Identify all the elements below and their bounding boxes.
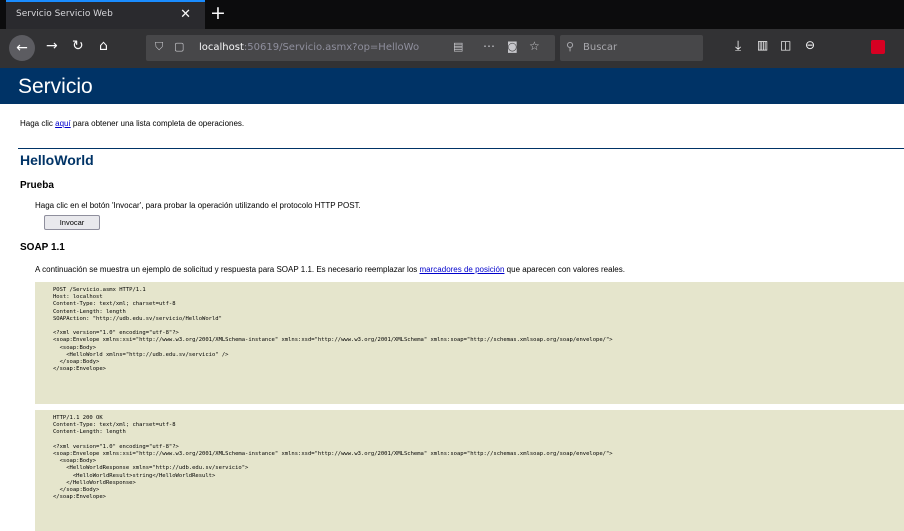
url-text[interactable]: localhost:50619/Servicio.asmx?op=HelloWo (199, 42, 419, 53)
sidebar-icon[interactable]: ◫ (780, 38, 791, 52)
test-heading: Prueba (20, 180, 54, 191)
url-path: :50619/Servicio.asmx?op=HelloWo (243, 42, 420, 53)
url-host: localhost (199, 42, 244, 53)
operation-title: HelloWorld (20, 152, 94, 168)
download-icon[interactable]: ⤓ (735, 38, 741, 54)
soap-before: A continuación se muestra un ejemplo de … (35, 265, 420, 274)
url-bar[interactable]: ⛉ ▢ localhost:50619/Servicio.asmx?op=Hel… (146, 35, 555, 61)
invoke-button[interactable]: Invocar (44, 215, 100, 230)
tab-title: Servicio Servicio Web (16, 9, 113, 19)
addon-icon[interactable] (871, 40, 885, 54)
navigation-bar: ← → ↻ ⌂ ⛉ ▢ localhost:50619/Servicio.asm… (0, 29, 904, 68)
intro-before: Haga clic (20, 119, 56, 128)
reader-icon[interactable]: ▤ (453, 40, 463, 53)
intro-text: Haga clic aquí para obtener una lista co… (20, 119, 244, 128)
page-title: Servicio (18, 75, 93, 98)
page-header: Servicio (0, 68, 904, 104)
test-text: Haga clic en el botón 'Invocar', para pr… (35, 201, 361, 210)
placeholders-link[interactable]: marcadores de posición (420, 265, 505, 274)
tab-strip: Servicio Servicio Web ✕ + (0, 0, 904, 29)
star-icon[interactable]: ☆ (529, 39, 540, 53)
pocket-icon[interactable]: ◙ (507, 40, 518, 53)
more-icon[interactable]: ⋯ (483, 39, 495, 53)
intro-after: para obtener una lista completa de opera… (70, 119, 245, 128)
reload-icon[interactable]: ↻ (72, 38, 84, 54)
close-icon[interactable]: ✕ (180, 7, 191, 22)
soap-heading: SOAP 1.1 (20, 242, 65, 253)
search-input[interactable]: ⚲ Buscar (560, 35, 703, 61)
forward-icon[interactable]: → (46, 38, 58, 54)
library-icon[interactable]: ▥ (757, 38, 768, 52)
search-placeholder: Buscar (583, 42, 618, 53)
soap-text: A continuación se muestra un ejemplo de … (35, 265, 625, 274)
home-icon[interactable]: ⌂ (99, 38, 108, 54)
soap-after: que aparecen con valores reales. (504, 265, 625, 274)
divider (18, 148, 904, 149)
shield-icon[interactable]: ⛉ (155, 40, 163, 54)
back-icon[interactable]: ← (9, 35, 35, 61)
extension-icon[interactable]: ⊖ (805, 38, 815, 52)
page-icon[interactable]: ▢ (174, 40, 184, 53)
soap-request-code: POST /Servicio.asmx HTTP/1.1 Host: local… (35, 282, 904, 404)
soap-response-code: HTTP/1.1 200 OK Content-Type: text/xml; … (35, 410, 904, 531)
operations-link[interactable]: aquí (55, 119, 71, 128)
new-tab-icon[interactable]: + (210, 2, 226, 24)
browser-tab[interactable]: Servicio Servicio Web ✕ (6, 0, 205, 29)
search-icon: ⚲ (566, 40, 575, 53)
